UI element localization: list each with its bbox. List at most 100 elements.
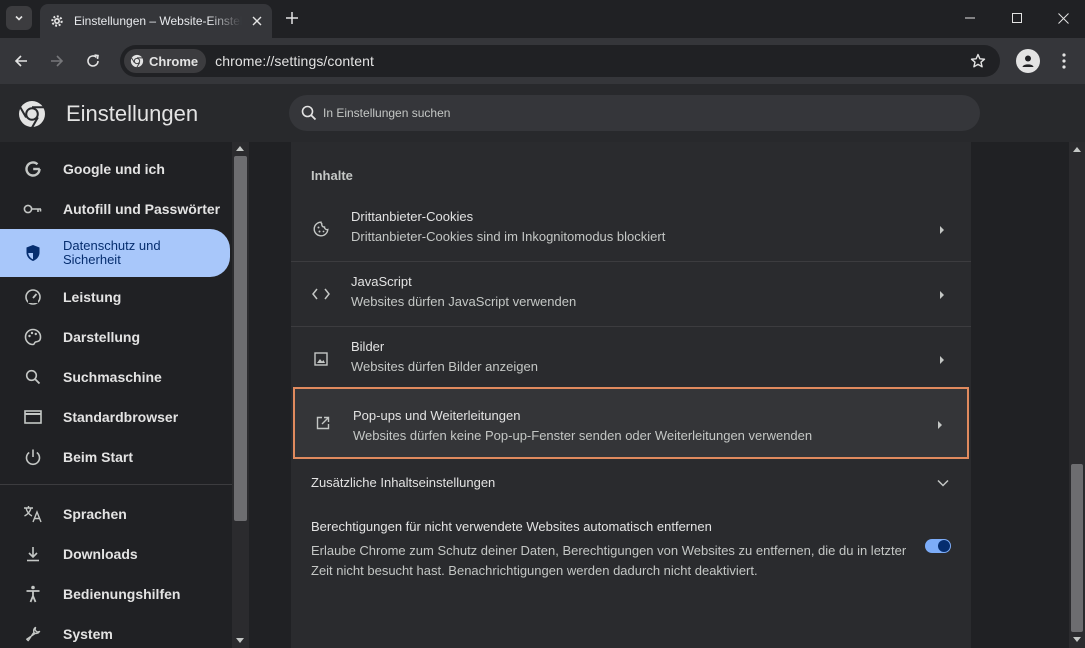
- reload-button[interactable]: [81, 49, 105, 73]
- settings-sidebar: Google und ich Autofill und Passwörter D…: [0, 142, 232, 648]
- sidebar-item-label: Suchmaschine: [63, 369, 162, 385]
- main-scrollbar[interactable]: [1069, 142, 1085, 648]
- chevron-right-icon: [937, 289, 947, 301]
- sidebar-item-label: Datenschutz und Sicherheit: [63, 238, 161, 267]
- maximize-icon: [1012, 13, 1022, 23]
- palette-icon: [22, 326, 44, 348]
- maximize-button[interactable]: [994, 0, 1040, 36]
- speedometer-icon: [22, 286, 44, 308]
- sidebar-item-label: Beim Start: [63, 449, 134, 465]
- scroll-down-arrow[interactable]: [1073, 637, 1081, 642]
- row-title: Bilder: [351, 339, 385, 354]
- browser-menu-button[interactable]: [1054, 51, 1074, 71]
- sidebar-item-performance[interactable]: Leistung: [0, 277, 230, 317]
- row-subtitle: Websites dürfen JavaScript verwenden: [351, 294, 577, 309]
- scroll-down-arrow[interactable]: [236, 638, 244, 643]
- sidebar-item-appearance[interactable]: Darstellung: [0, 317, 230, 357]
- chrome-logo-icon: [19, 101, 45, 128]
- sidebar-scrollbar-thumb[interactable]: [234, 156, 247, 521]
- shield-icon: [22, 242, 44, 264]
- search-icon: [22, 366, 44, 388]
- tab-title: Einstellungen – Website-Einstellungen: [74, 14, 242, 28]
- sidebar-item-label: System: [63, 626, 113, 642]
- row-title: JavaScript: [351, 274, 412, 289]
- site-info-chip[interactable]: Chrome: [124, 49, 207, 73]
- profile-avatar-button[interactable]: [1016, 49, 1040, 73]
- minimize-icon: [965, 17, 975, 19]
- sidebar-scrollbar[interactable]: [232, 142, 249, 648]
- open-external-icon: [313, 413, 333, 433]
- sidebar-item-on-startup[interactable]: Beim Start: [0, 437, 230, 477]
- sidebar-item-search-engine[interactable]: Suchmaschine: [0, 357, 230, 397]
- sidebar-item-label: Google und ich: [63, 161, 165, 177]
- sidebar-item-label: Downloads: [63, 546, 138, 562]
- main-scrollbar-thumb[interactable]: [1071, 464, 1083, 632]
- chrome-logo-icon: [130, 54, 144, 68]
- page-title: Einstellungen: [66, 101, 199, 126]
- sidebar-item-default-browser[interactable]: Standardbrowser: [0, 397, 230, 437]
- sidebar-item-autofill[interactable]: Autofill und Passwörter: [0, 189, 230, 229]
- address-bar[interactable]: Chrome chrome://settings/content: [120, 45, 1000, 77]
- search-placeholder: In Einstellungen suchen: [323, 106, 451, 120]
- sidebar-item-privacy[interactable]: Datenschutz und Sicherheit: [0, 229, 230, 277]
- wrench-icon: [22, 623, 44, 645]
- sidebar-item-accessibility[interactable]: Bedienungshilfen: [0, 574, 230, 614]
- bookmark-star-button[interactable]: [968, 51, 988, 71]
- url-text[interactable]: chrome://settings/content: [215, 53, 374, 69]
- star-icon: [970, 53, 986, 68]
- sidebar-item-label: Bedienungshilfen: [63, 586, 181, 602]
- sidebar-item-label: Leistung: [63, 289, 122, 305]
- permission-description: Erlaube Chrome zum Schutz deiner Daten, …: [311, 543, 907, 578]
- chevron-down-icon: [15, 15, 23, 21]
- row-images[interactable]: Bilder Websites dürfen Bilder anzeigen: [291, 327, 971, 392]
- sidebar-item-label: Sprachen: [63, 506, 127, 522]
- power-icon: [22, 446, 44, 468]
- row-subtitle: Websites dürfen Bilder anzeigen: [351, 359, 538, 374]
- scroll-up-arrow[interactable]: [1073, 147, 1081, 152]
- arrow-right-icon: [51, 55, 64, 67]
- browser-toolbar: Chrome chrome://settings/content: [0, 38, 1085, 84]
- chevron-right-icon: [937, 224, 947, 236]
- sidebar-item-label: Autofill und Passwörter: [63, 201, 221, 217]
- sidebar-item-label: Darstellung: [63, 329, 141, 345]
- sidebar-item-google[interactable]: Google und ich: [0, 149, 230, 189]
- sidebar-divider: [0, 484, 232, 485]
- row-title: Pop-ups und Weiterleitungen: [353, 408, 521, 423]
- back-button[interactable]: [9, 49, 33, 73]
- person-icon: [1022, 55, 1034, 67]
- row-third-party-cookies[interactable]: Drittanbieter-Cookies Drittanbieter-Cook…: [291, 197, 971, 262]
- new-tab-button[interactable]: [282, 8, 302, 28]
- title-bar: Einstellungen – Website-Einstellungen: [0, 0, 1085, 38]
- active-tab[interactable]: Einstellungen – Website-Einstellungen: [40, 4, 272, 38]
- more-vert-icon: [1062, 53, 1066, 69]
- expander-label: Zusätzliche Inhaltseinstellungen: [311, 475, 496, 490]
- section-title: Inhalte: [311, 168, 353, 183]
- cookie-icon: [311, 219, 331, 239]
- sidebar-item-downloads[interactable]: Downloads: [0, 534, 230, 574]
- content-settings-card: Inhalte Drittanbieter-Cookies Drittanbie…: [291, 142, 971, 648]
- browser-window-icon: [22, 406, 44, 428]
- sidebar-item-languages[interactable]: Sprachen: [0, 494, 230, 534]
- sidebar-item-system[interactable]: System: [0, 614, 230, 648]
- row-javascript[interactable]: JavaScript Websites dürfen JavaScript ve…: [291, 262, 971, 327]
- chevron-right-icon: [937, 354, 947, 366]
- settings-search-input[interactable]: In Einstellungen suchen: [289, 95, 980, 131]
- sidebar-item-label: Standardbrowser: [63, 409, 179, 425]
- download-icon: [22, 543, 44, 565]
- minimize-button[interactable]: [947, 0, 993, 36]
- translate-icon: [22, 503, 44, 525]
- unused-permissions-toggle[interactable]: [925, 539, 951, 553]
- tab-close-button[interactable]: [252, 16, 262, 26]
- row-subtitle: Drittanbieter-Cookies sind im Inkognitom…: [351, 229, 666, 244]
- settings-header: Einstellungen In Einstellungen suchen: [0, 84, 1085, 142]
- row-subtitle: Websites dürfen keine Pop-up-Fenster sen…: [353, 428, 813, 443]
- row-popups-redirects[interactable]: Pop-ups und Weiterleitungen Websites dür…: [293, 387, 969, 459]
- close-window-button[interactable]: [1040, 0, 1085, 36]
- arrow-left-icon: [14, 55, 27, 67]
- image-icon: [311, 349, 331, 369]
- scroll-up-arrow[interactable]: [236, 146, 244, 151]
- forward-button[interactable]: [45, 49, 69, 73]
- tab-search-button[interactable]: [6, 6, 32, 30]
- additional-content-settings-expander[interactable]: Zusätzliche Inhaltseinstellungen: [291, 462, 971, 500]
- key-icon: [22, 198, 44, 220]
